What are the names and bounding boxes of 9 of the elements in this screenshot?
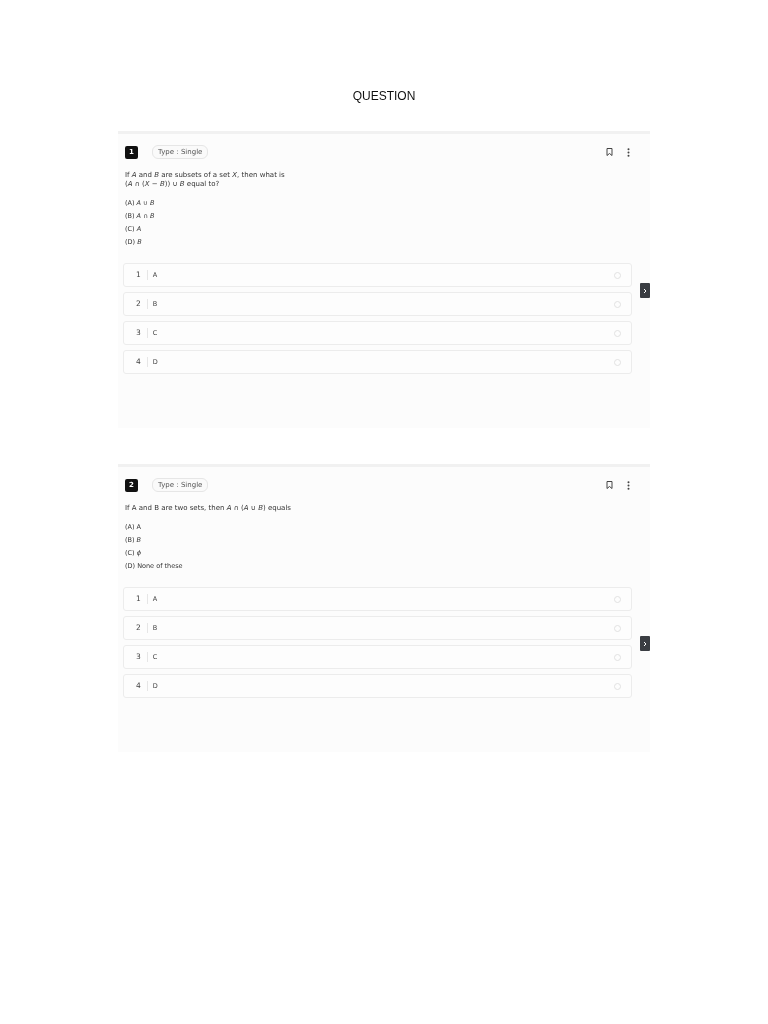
page-heading: QUESTION	[352, 89, 416, 103]
next-button[interactable]	[640, 636, 650, 651]
chevron-right-icon	[643, 640, 647, 647]
bookmark-icon[interactable]	[606, 481, 613, 489]
more-icon[interactable]	[627, 480, 630, 490]
chevron-right-icon	[643, 287, 647, 294]
more-icon[interactable]	[627, 147, 630, 157]
bookmark-icon[interactable]	[606, 148, 613, 156]
next-button[interactable]	[640, 283, 650, 298]
